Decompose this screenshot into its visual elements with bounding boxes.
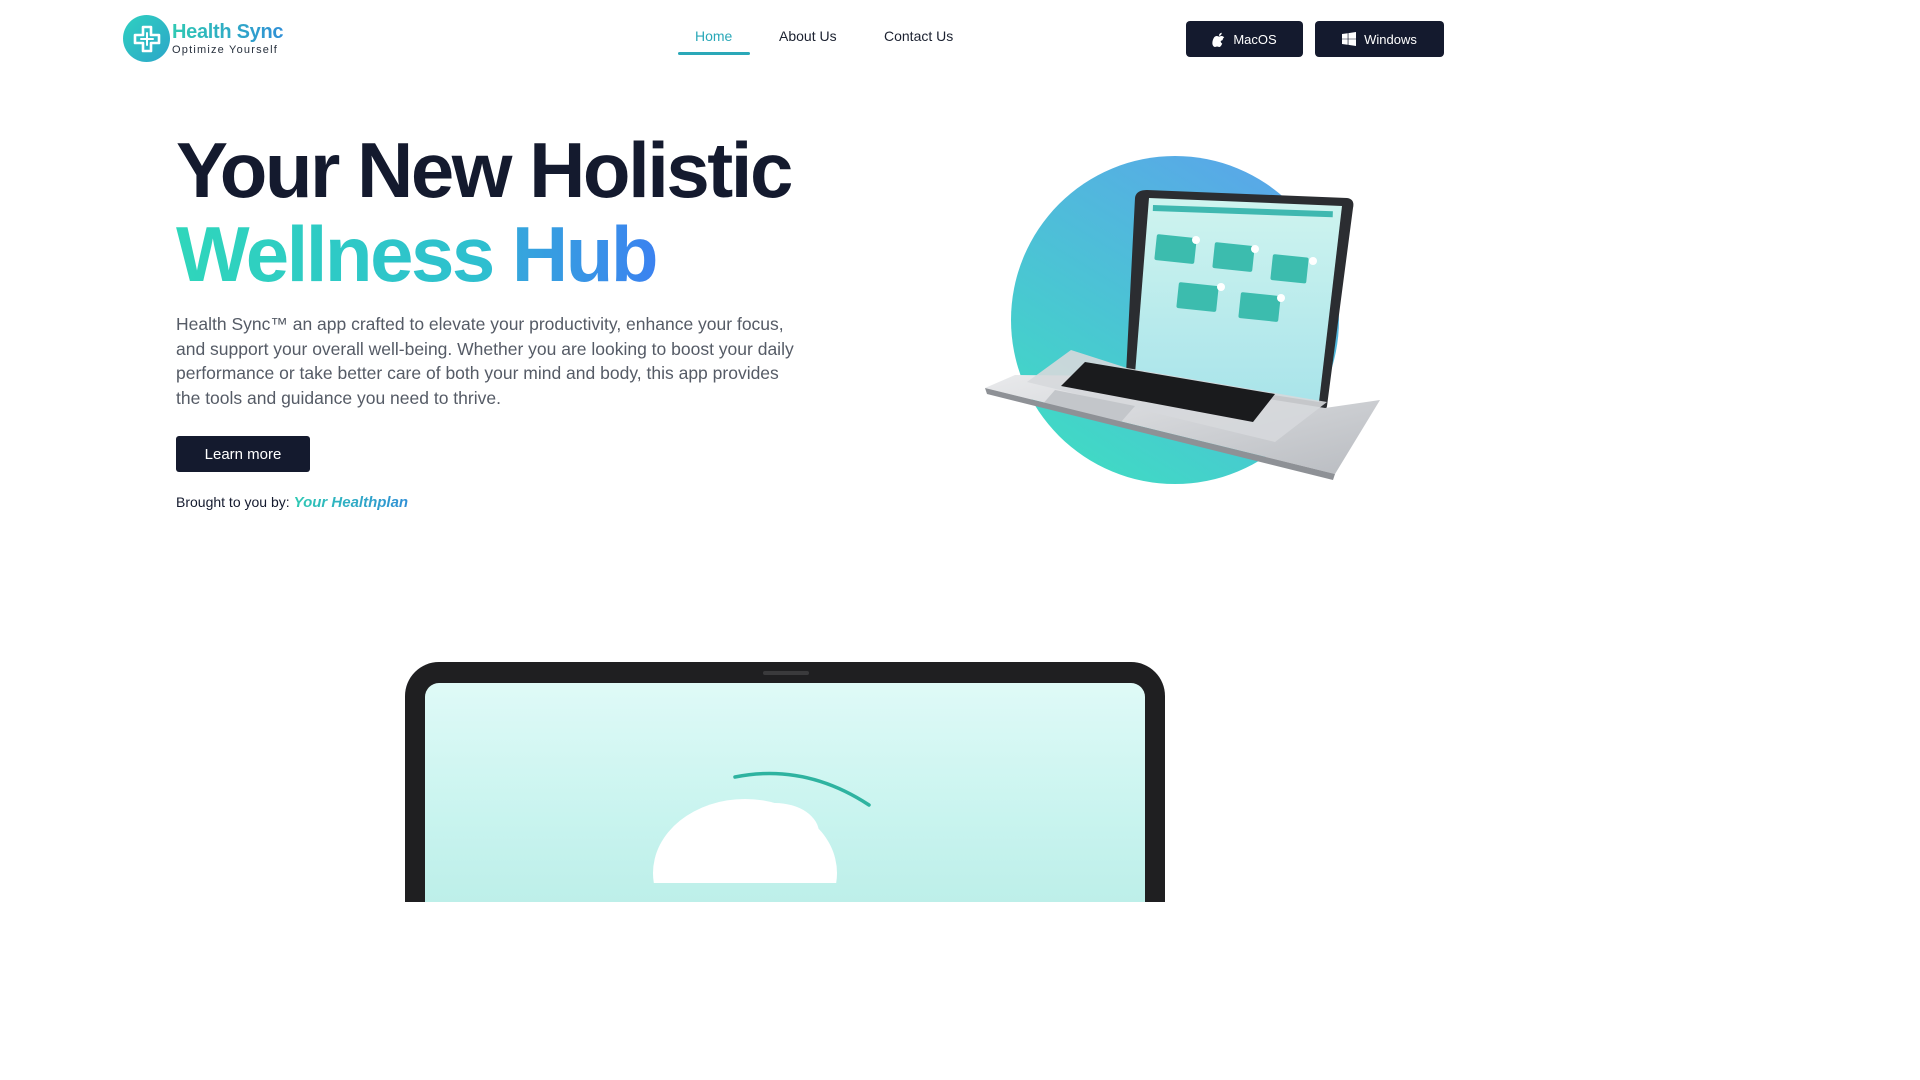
laptop-illustration <box>975 150 1385 490</box>
hero-title: Your New Holistic Wellness Hub <box>176 126 793 296</box>
screen-graphic <box>653 771 871 902</box>
hero-title-line2: Wellness Hub <box>176 212 791 296</box>
nav-home[interactable]: Home <box>695 28 732 44</box>
download-windows-button[interactable]: Windows <box>1315 21 1444 57</box>
logo[interactable]: Health Sync Optimize Yourself <box>123 15 283 62</box>
hero-title-wellness: Wellness <box>176 210 495 298</box>
healthplan-link[interactable]: Your Healthplan <box>294 494 408 511</box>
device-screen <box>425 683 1145 902</box>
device-camera <box>763 671 809 675</box>
logo-text: Health Sync Optimize Yourself <box>172 21 283 56</box>
site-header: Health Sync Optimize Yourself Home About… <box>0 0 1560 80</box>
apple-icon <box>1212 32 1225 47</box>
nav-about-us[interactable]: About Us <box>779 28 837 44</box>
download-windows-label: Windows <box>1364 31 1417 47</box>
hero-description: Health Sync™ an app crafted to elevate y… <box>176 314 794 408</box>
device-mockup <box>405 662 1165 902</box>
hero-title-hub: Hub <box>511 210 659 298</box>
download-macos-button[interactable]: MacOS <box>1186 21 1303 57</box>
logo-title: Health Sync <box>172 21 284 43</box>
nav-active-indicator <box>678 52 750 55</box>
brought-by-label: Brought to you by: <box>176 494 290 510</box>
brought-by: Brought to you by: Your Healthplan <box>176 494 408 511</box>
hero-title-line1: Your New Holistic <box>176 126 793 214</box>
download-macos-label: MacOS <box>1233 31 1277 47</box>
nav-contact-us[interactable]: Contact Us <box>884 28 953 44</box>
logo-tagline: Optimize Yourself <box>172 44 278 56</box>
windows-icon <box>1342 32 1357 46</box>
health-cross-icon <box>123 15 170 62</box>
learn-more-button[interactable]: Learn more <box>176 436 310 472</box>
